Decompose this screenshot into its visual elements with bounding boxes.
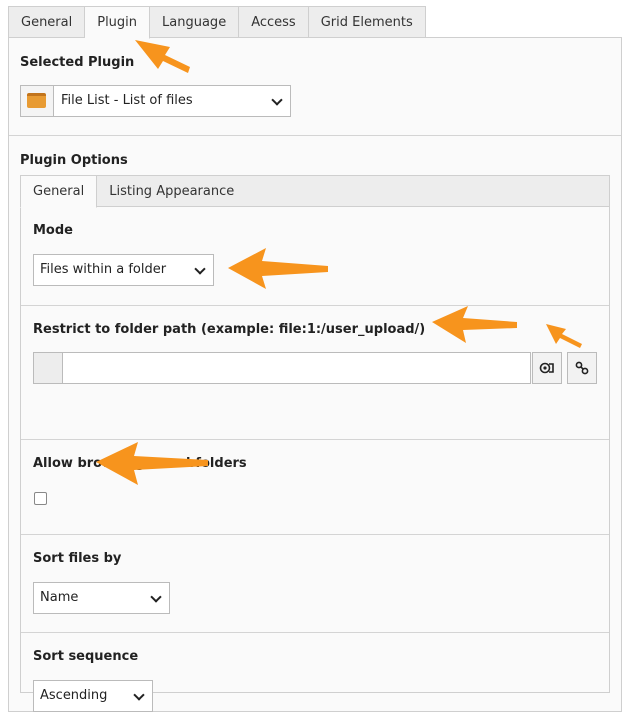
divider [21, 305, 609, 306]
inner-tab-listing-appearance[interactable]: Listing Appearance [97, 175, 247, 207]
divider [9, 135, 621, 136]
browse-folder-button[interactable] [532, 352, 562, 384]
chevron-down-icon [194, 263, 206, 275]
mode-select[interactable]: Files within a folder [33, 254, 214, 286]
plugin-select-value: File List - List of files [61, 93, 193, 108]
divider [21, 632, 609, 633]
plugin-options-panel: Mode Files within a folder Restrict to f… [20, 206, 610, 712]
tab-language[interactable]: Language [150, 6, 240, 38]
divider [21, 534, 609, 535]
sort-by-select-value: Name [40, 590, 79, 605]
top-tab-bar: General Plugin Language Access Grid Elem… [8, 6, 426, 39]
folder-browse-icon [539, 362, 554, 374]
sort-sequence-select[interactable]: Ascending [33, 680, 153, 712]
folder-path-label: Restrict to folder path (example: file:1… [33, 322, 426, 337]
tab-grid-elements[interactable]: Grid Elements [308, 6, 426, 38]
plugin-tab-panel: Selected Plugin File List - List of file… [8, 37, 622, 712]
chevron-down-icon [150, 591, 162, 603]
sort-by-label: Sort files by [33, 551, 122, 566]
chevron-down-icon [133, 689, 145, 701]
sort-sequence-select-value: Ascending [40, 688, 108, 703]
plugin-select[interactable]: File List - List of files [20, 85, 291, 117]
mode-select-value: Files within a folder [40, 262, 167, 277]
plugin-icon-box [21, 86, 54, 116]
browse-subfolders-label: Allow browsing to subfolders [33, 456, 247, 471]
folder-path-prefix [33, 352, 63, 384]
browse-subfolders-checkbox[interactable] [34, 492, 47, 505]
divider [21, 439, 609, 440]
sort-by-select[interactable]: Name [33, 582, 170, 614]
chevron-down-icon [271, 94, 283, 106]
folder-icon [27, 93, 46, 108]
link-button[interactable] [567, 352, 597, 384]
folder-path-input[interactable] [62, 352, 531, 384]
sort-sequence-label: Sort sequence [33, 649, 139, 664]
selected-plugin-title: Selected Plugin [20, 55, 135, 70]
tab-access[interactable]: Access [239, 6, 309, 38]
tab-plugin[interactable]: Plugin [85, 6, 151, 39]
tab-general[interactable]: General [8, 6, 86, 38]
inner-tab-bar: General Listing Appearance [20, 175, 247, 208]
mode-label: Mode [33, 223, 73, 238]
inner-tab-general[interactable]: General [20, 175, 98, 208]
plugin-options-title: Plugin Options [20, 153, 128, 168]
link-icon [575, 361, 589, 375]
